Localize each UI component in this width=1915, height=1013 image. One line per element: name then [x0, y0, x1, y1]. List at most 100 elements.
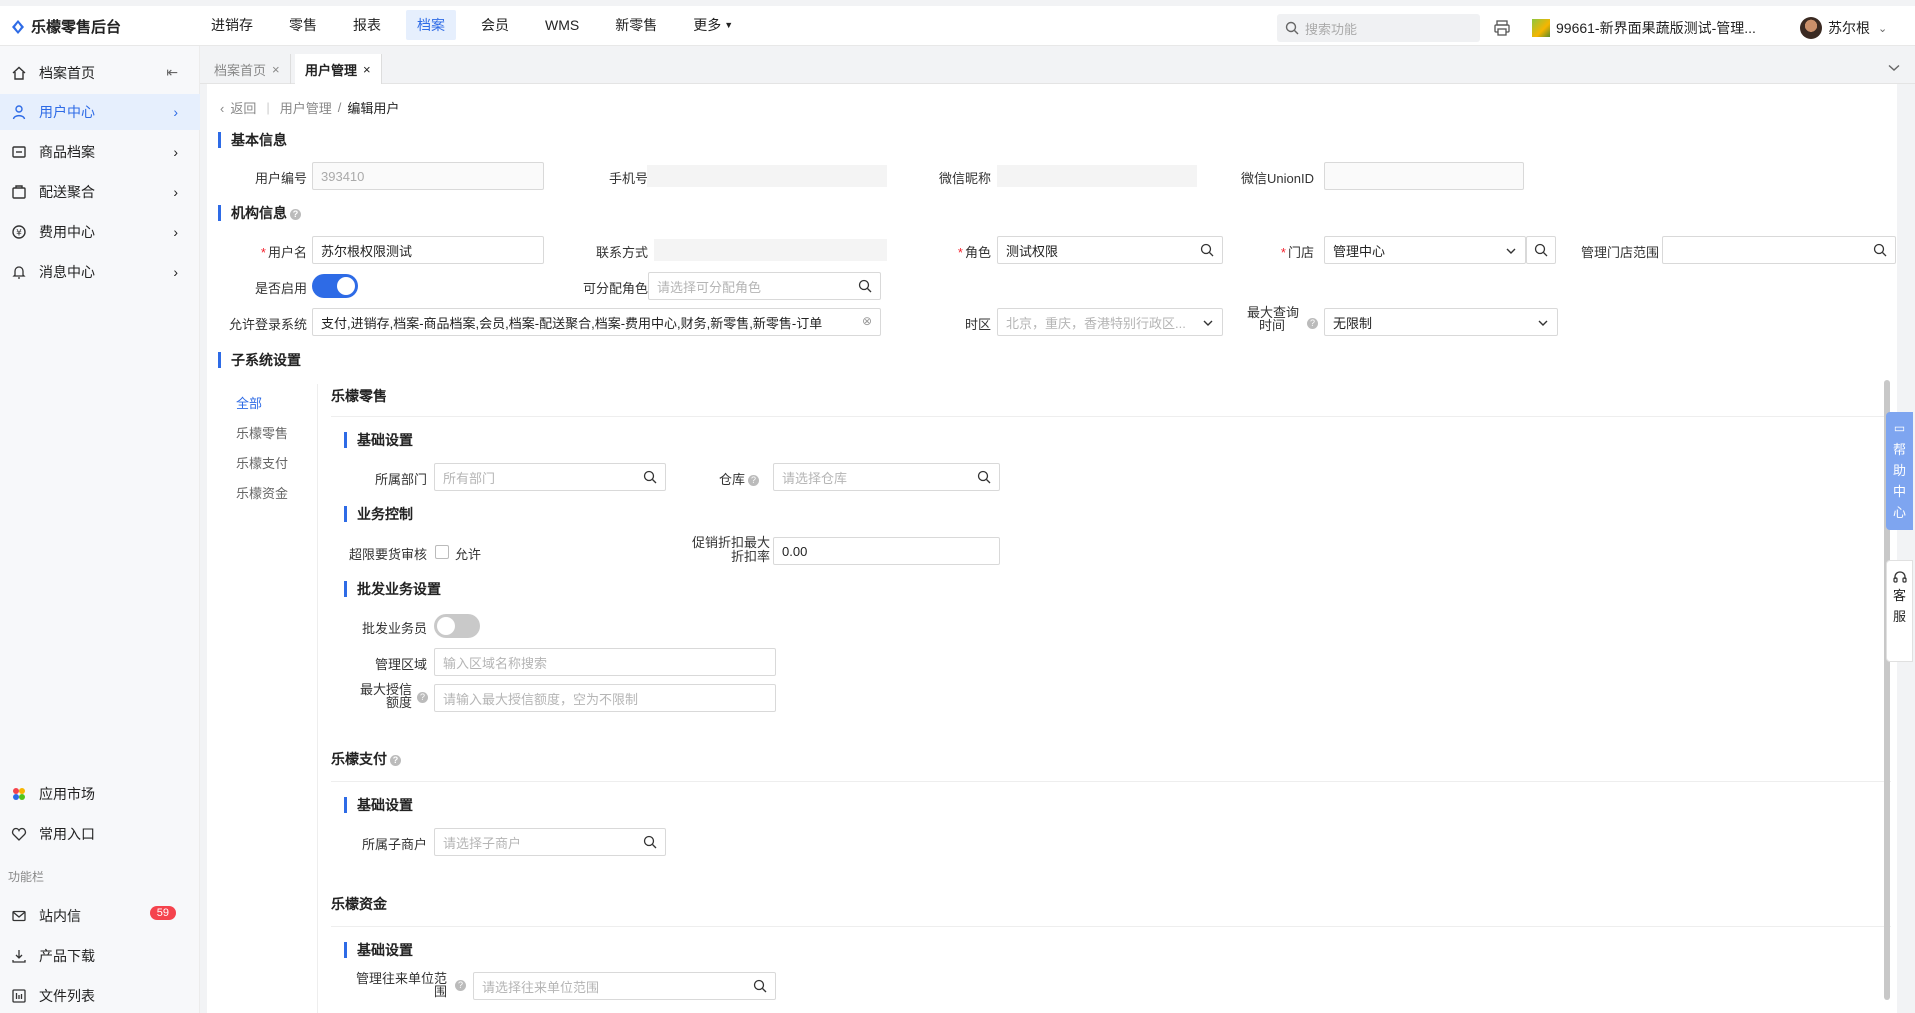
- help-center-button[interactable]: ▭ 帮 助 中 心: [1886, 412, 1913, 530]
- search-icon[interactable]: [643, 835, 657, 849]
- help-icon[interactable]: ?: [290, 208, 301, 220]
- counterparty-scope-field[interactable]: 请选择往来单位范围: [473, 972, 776, 1000]
- search-icon[interactable]: [753, 979, 767, 993]
- close-icon[interactable]: ×: [272, 62, 280, 77]
- sidebar-item-goods[interactable]: 商品档案 ›: [0, 134, 200, 170]
- customer-service-button[interactable]: 客 服: [1886, 560, 1913, 662]
- search-icon[interactable]: [1200, 243, 1214, 257]
- breadcrumb-sep: /: [337, 100, 342, 115]
- search-box[interactable]: 搜索功能: [1277, 14, 1480, 42]
- back-link[interactable]: ‹ 返回: [220, 98, 256, 117]
- max-query-time-select[interactable]: 无限制: [1324, 308, 1558, 336]
- clear-icon[interactable]: ⊗: [862, 314, 872, 328]
- wholesale-staff-toggle[interactable]: [434, 614, 480, 638]
- sidebar-item-favorites[interactable]: 常用入口: [0, 816, 200, 852]
- bell-icon: [10, 263, 28, 281]
- store-selector[interactable]: 99661-新界面果蔬版测试-管理...: [1532, 18, 1756, 38]
- store-select[interactable]: 管理中心: [1324, 236, 1526, 264]
- warehouse-field[interactable]: 请选择仓库: [773, 463, 1000, 491]
- chevron-right-icon: ›: [173, 144, 178, 160]
- assignable-role-field[interactable]: 请选择可分配角色: [648, 272, 881, 300]
- collapse-sidebar-icon[interactable]: ⇤: [166, 64, 178, 81]
- nav-item-more[interactable]: 更多 ▼: [682, 10, 744, 40]
- timezone-placeholder: 北京，重庆，香港特别行政区...: [1006, 315, 1186, 331]
- enabled-label: 是否启用: [254, 281, 307, 296]
- help-icon[interactable]: ?: [417, 692, 428, 703]
- close-icon[interactable]: ×: [363, 62, 371, 77]
- nav-item-new-retail[interactable]: 新零售: [604, 10, 668, 40]
- help-icon[interactable]: ?: [1307, 318, 1318, 329]
- printer-icon[interactable]: [1493, 19, 1511, 37]
- chevron-down-icon: [1203, 320, 1213, 326]
- allow-label[interactable]: 允许: [455, 544, 481, 563]
- back-label: 返回: [230, 101, 257, 116]
- user-menu[interactable]: 苏尔根 ⌄: [1800, 17, 1887, 39]
- nav-item-wms[interactable]: WMS: [534, 10, 590, 40]
- counterparty-scope-label: 管理往来单位范 围: [337, 972, 447, 998]
- username-field[interactable]: 苏尔根权限测试: [312, 236, 544, 264]
- inbox-label: 站内信: [39, 908, 81, 924]
- unit-label-line1: 管理往来单位范: [355, 971, 447, 986]
- pay-basic-title: 基础设置: [344, 797, 413, 813]
- wechat-nickname-label: 微信昵称: [938, 171, 991, 186]
- app-market-icon: [10, 785, 28, 803]
- chevron-down-icon: [1506, 248, 1516, 254]
- over-limit-review-label: 超限要货审核: [348, 547, 427, 562]
- role-label: * 角色: [957, 245, 991, 260]
- heart-icon: [10, 825, 28, 843]
- subsystem-nav-pay[interactable]: 乐檬支付: [222, 449, 302, 479]
- app-title: 乐檬零售后台: [31, 19, 122, 36]
- tab-archive-home[interactable]: 档案首页 ×: [204, 54, 291, 84]
- nav-item-reports[interactable]: 报表: [342, 10, 392, 40]
- nav-item-retail[interactable]: 零售: [278, 10, 328, 40]
- subsystem-nav-retail[interactable]: 乐檬零售: [222, 419, 302, 449]
- sidebar-item-archive-home[interactable]: 档案首页 ⇤: [0, 55, 200, 91]
- search-icon[interactable]: [858, 279, 872, 293]
- app-logo[interactable]: 乐檬零售后台: [10, 16, 121, 37]
- allow-checkbox[interactable]: [435, 545, 449, 559]
- timezone-select[interactable]: 北京，重庆，香港特别行政区...: [997, 308, 1223, 336]
- sidebar-item-inbox[interactable]: 站内信 59: [0, 898, 200, 934]
- max-query-time-label: 最大查询 时间: [1247, 306, 1299, 332]
- help-icon[interactable]: ?: [390, 754, 401, 766]
- sidebar-item-delivery[interactable]: 配送聚合 ›: [0, 174, 200, 210]
- sidebar-item-app-market[interactable]: 应用市场: [0, 776, 200, 812]
- help-icon[interactable]: ?: [455, 980, 466, 991]
- search-icon[interactable]: [977, 470, 991, 484]
- subsystem-nav-all[interactable]: 全部: [222, 389, 302, 419]
- section-basic-info: 基本信息: [218, 132, 287, 148]
- manage-area-label: 管理区域: [374, 657, 427, 672]
- manage-area-field[interactable]: 输入区域名称搜索: [434, 648, 776, 676]
- search-icon[interactable]: [1873, 243, 1887, 257]
- search-icon[interactable]: [643, 470, 657, 484]
- sidebar-item-cost[interactable]: ¥ 费用中心 ›: [0, 214, 200, 250]
- divider: [331, 781, 1891, 782]
- tabs-dropdown-icon[interactable]: [1888, 60, 1900, 75]
- store-label: * 门店: [1280, 245, 1314, 260]
- nav-item-archive[interactable]: 档案: [406, 10, 456, 40]
- sidebar-item-messages-center[interactable]: 消息中心 ›: [0, 254, 200, 290]
- page-tabs: 档案首页 × 用户管理 ×: [200, 46, 1915, 84]
- store-search-button[interactable]: [1526, 236, 1556, 264]
- discount-rate-field[interactable]: 0.00: [773, 537, 1000, 565]
- subsystem-nav-fund[interactable]: 乐檬资金: [222, 479, 302, 509]
- sub-merchant-field[interactable]: 请选择子商户: [434, 828, 666, 856]
- dept-field[interactable]: 所有部门: [434, 463, 666, 491]
- login-systems-field[interactable]: 支付,进销存,档案-商品档案,会员,档案-配送聚合,档案-费用中心,财务,新零售…: [312, 308, 881, 336]
- enabled-toggle[interactable]: [312, 274, 358, 298]
- warehouse-label: 仓库?: [687, 469, 759, 488]
- help-icon[interactable]: ?: [748, 475, 759, 487]
- manage-store-scope-field[interactable]: [1662, 236, 1896, 264]
- nav-item-members[interactable]: 会员: [470, 10, 520, 40]
- help-char: 中: [1892, 484, 1906, 499]
- max-credit-field[interactable]: 请输入最大授信额度，空为不限制: [434, 684, 776, 712]
- service-char: 服: [1892, 609, 1906, 624]
- breadcrumb-parent[interactable]: 用户管理: [280, 98, 332, 117]
- sidebar-item-downloads[interactable]: 产品下载: [0, 938, 200, 974]
- sidebar-item-user-center[interactable]: 用户中心 ›: [0, 94, 200, 130]
- role-field[interactable]: 测试权限: [997, 236, 1223, 264]
- sidebar-item-files[interactable]: 文件列表: [0, 978, 200, 1013]
- tab-user-management[interactable]: 用户管理 ×: [295, 54, 382, 84]
- search-icon: [1285, 21, 1299, 35]
- nav-item-inventory[interactable]: 进销存: [200, 10, 264, 40]
